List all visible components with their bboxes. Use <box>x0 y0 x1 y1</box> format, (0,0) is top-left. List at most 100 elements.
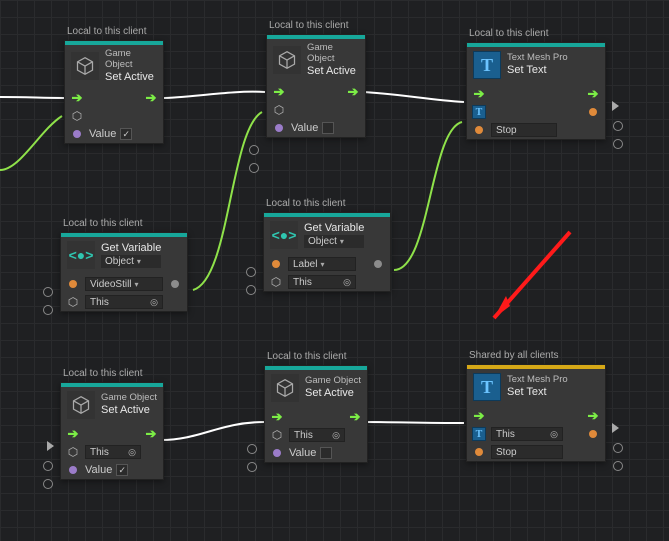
node-tmp-settext-shared[interactable]: Shared by all clients T Text Mesh Pro Se… <box>466 364 606 462</box>
target-field[interactable]: This◎ <box>491 427 563 441</box>
side-port[interactable] <box>246 285 256 295</box>
action-label: Set Active <box>105 71 157 84</box>
exec-in-port[interactable]: ➔ <box>65 426 81 442</box>
node-set-active-3[interactable]: Local to this client Game Object Set Act… <box>60 382 164 480</box>
side-port[interactable] <box>246 267 256 277</box>
target-in-port[interactable]: T <box>471 105 487 119</box>
name-dropdown[interactable]: VideoStill▾ <box>85 277 163 291</box>
text-field[interactable]: Stop <box>491 123 557 137</box>
module-label: Text Mesh Pro <box>507 375 568 386</box>
scope-label: Local to this client <box>469 28 549 39</box>
action-label: Set Active <box>307 65 359 78</box>
name-dropdown[interactable]: Label▾ <box>288 257 356 271</box>
value-in-port[interactable] <box>69 130 85 138</box>
kind-dropdown[interactable]: Object▾ <box>101 255 161 269</box>
side-port[interactable] <box>613 461 623 471</box>
value-checkbox[interactable]: ✓ <box>116 464 128 476</box>
cube-icon <box>67 391 95 419</box>
cube-icon <box>273 46 301 74</box>
target-field[interactable]: This◎ <box>288 275 356 289</box>
kind-dropdown[interactable]: Object▾ <box>304 235 364 249</box>
exec-out-tri[interactable] <box>612 423 619 433</box>
exec-in-port[interactable]: ➔ <box>271 84 287 100</box>
text-in-port[interactable] <box>471 448 487 456</box>
side-port[interactable] <box>249 145 259 155</box>
variable-icon: <●> <box>67 241 95 269</box>
exec-out-port[interactable]: ➔ <box>143 90 159 106</box>
side-port[interactable] <box>249 163 259 173</box>
value-checkbox[interactable] <box>320 447 332 459</box>
exec-in-port[interactable]: ➔ <box>471 86 487 102</box>
exec-out-port[interactable]: ➔ <box>585 408 601 424</box>
data-out-port[interactable] <box>585 108 601 116</box>
value-label: Value <box>289 447 316 459</box>
value-checkbox[interactable] <box>322 122 334 134</box>
value-out-port[interactable] <box>370 260 386 268</box>
value-label: Value <box>291 122 318 134</box>
target-field[interactable]: This◎ <box>85 445 141 459</box>
exec-out-port[interactable]: ➔ <box>585 86 601 102</box>
scope-label: Local to this client <box>63 368 143 379</box>
text-in-port[interactable] <box>471 126 487 134</box>
cube-icon <box>271 374 299 402</box>
side-port[interactable] <box>43 287 53 297</box>
side-port[interactable] <box>43 479 53 489</box>
value-out-port[interactable] <box>167 280 183 288</box>
value-in-port[interactable] <box>269 449 285 457</box>
node-set-active-4[interactable]: Local to this client Game Object Set Act… <box>264 365 368 463</box>
variable-icon: <●> <box>270 221 298 249</box>
scope-label: Shared by all clients <box>469 350 559 361</box>
action-label: Get Variable <box>304 222 364 235</box>
target-field[interactable]: This◎ <box>289 428 345 442</box>
exec-out-port[interactable]: ➔ <box>345 84 361 100</box>
side-port[interactable] <box>43 305 53 315</box>
value-checkbox[interactable]: ✓ <box>120 128 132 140</box>
target-field[interactable]: This◎ <box>85 295 163 309</box>
side-port[interactable] <box>247 462 257 472</box>
exec-out-port[interactable]: ➔ <box>347 409 363 425</box>
target-in-port[interactable] <box>269 429 285 441</box>
exec-out-tri[interactable] <box>612 101 619 111</box>
node-set-active-1[interactable]: Local to this client Game Object Set Act… <box>64 40 164 144</box>
side-port[interactable] <box>613 443 623 453</box>
target-in-port[interactable] <box>271 104 287 116</box>
side-port[interactable] <box>613 121 623 131</box>
exec-in-port[interactable]: ➔ <box>269 409 285 425</box>
exec-in-port[interactable]: ➔ <box>69 90 85 106</box>
side-port[interactable] <box>613 139 623 149</box>
module-label: Game Object <box>305 376 361 387</box>
target-in-port[interactable] <box>65 296 81 308</box>
scope-label: Local to this client <box>266 198 346 209</box>
target-in-port[interactable]: T <box>471 427 487 441</box>
module-label: Text Mesh Pro <box>507 53 568 64</box>
value-label: Value <box>89 128 116 140</box>
node-get-variable-1[interactable]: Local to this client <●> Get Variable Ob… <box>60 232 188 312</box>
action-label: Get Variable <box>101 242 161 255</box>
target-in-port[interactable] <box>268 276 284 288</box>
exec-out-port[interactable]: ➔ <box>143 426 159 442</box>
action-label: Set Active <box>101 404 157 417</box>
node-tmp-settext-1[interactable]: Local to this client T Text Mesh Pro Set… <box>466 42 606 140</box>
text-field[interactable]: Stop <box>491 445 563 459</box>
exec-in-port[interactable]: ➔ <box>471 408 487 424</box>
name-in-port[interactable] <box>65 280 81 288</box>
module-label: Game Object <box>307 43 359 65</box>
cube-icon <box>71 52 99 80</box>
name-in-port[interactable] <box>268 260 284 268</box>
target-in-port[interactable] <box>65 446 81 458</box>
data-out-port[interactable] <box>585 430 601 438</box>
exec-in-tri[interactable] <box>47 441 54 451</box>
side-port[interactable] <box>43 461 53 471</box>
action-label: Set Text <box>507 64 568 77</box>
value-label: Value <box>85 464 112 476</box>
value-in-port[interactable] <box>65 466 81 474</box>
scope-label: Local to this client <box>267 351 347 362</box>
tmp-icon: T <box>473 51 501 79</box>
module-label: Game Object <box>101 393 157 404</box>
side-port[interactable] <box>247 444 257 454</box>
node-get-variable-2[interactable]: Local to this client <●> Get Variable Ob… <box>263 212 391 292</box>
value-in-port[interactable] <box>271 124 287 132</box>
action-label: Set Text <box>507 386 568 399</box>
node-set-active-2[interactable]: Local to this client Game Object Set Act… <box>266 34 366 138</box>
target-in-port[interactable] <box>69 110 85 122</box>
